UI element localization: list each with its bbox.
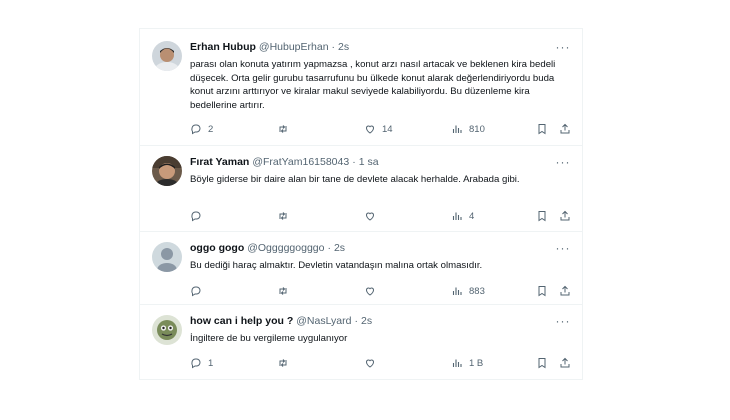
bookmark-button[interactable] — [536, 122, 548, 136]
separator-dot: · — [331, 41, 336, 53]
bookmark-icon — [538, 124, 546, 135]
retweet-icon — [279, 287, 287, 295]
retweet-button[interactable] — [277, 209, 289, 223]
author-name[interactable]: oggo gogo — [190, 242, 244, 254]
heart-icon — [365, 359, 375, 368]
reply-icon — [191, 286, 201, 297]
retweet-icon — [279, 125, 287, 133]
tweet[interactable]: Erhan Hubup @HubupErhan · 2s ··· parası … — [140, 29, 582, 146]
retweet-button[interactable] — [277, 356, 289, 370]
like-button[interactable] — [364, 209, 382, 223]
timestamp[interactable]: 2s — [334, 242, 345, 254]
bookmark-button[interactable] — [536, 209, 548, 223]
views-button[interactable]: 810 — [451, 122, 485, 136]
replies-feed: Erhan Hubup @HubupErhan · 2s ··· parası … — [139, 28, 583, 380]
avatar[interactable] — [152, 156, 182, 186]
reply-button[interactable]: 2 — [190, 122, 213, 136]
separator-dot: · — [354, 315, 358, 327]
like-button[interactable] — [364, 284, 382, 298]
separator-dot: · — [327, 242, 331, 254]
timestamp[interactable]: 2s — [338, 41, 349, 53]
share-icon — [560, 357, 570, 368]
bookmark-button[interactable] — [536, 356, 548, 370]
author-handle[interactable]: @Ogggggogggo — [247, 242, 324, 254]
views-count: 883 — [469, 285, 485, 297]
tweet-text: İngiltere de bu vergileme uygulanıyor — [190, 333, 348, 344]
share-button[interactable] — [559, 356, 571, 370]
avatar[interactable] — [152, 242, 182, 272]
share-button[interactable] — [559, 209, 571, 223]
more-icon[interactable]: ··· — [556, 314, 570, 328]
share-icon — [560, 285, 570, 296]
reply-count: 1 — [208, 357, 214, 369]
retweet-button[interactable] — [277, 284, 289, 298]
reply-icon — [191, 124, 201, 135]
share-icon — [560, 123, 570, 134]
tweet-actions: 883 — [190, 284, 570, 298]
heart-icon — [365, 125, 375, 134]
author-name[interactable]: Erhan Hubup — [190, 41, 256, 53]
share-button[interactable] — [559, 284, 571, 298]
more-icon[interactable]: ··· — [556, 40, 570, 54]
like-button[interactable]: 14 — [364, 122, 393, 136]
views-icon — [452, 359, 462, 367]
tweet-actions: 4 — [190, 209, 570, 223]
bookmark-icon — [538, 211, 546, 222]
bookmark-icon — [538, 286, 546, 297]
tweet[interactable]: Fırat Yaman @FratYam16158043 · 1 sa ··· … — [140, 146, 582, 232]
views-button[interactable]: 883 — [451, 284, 485, 298]
reply-button[interactable] — [190, 284, 208, 298]
heart-icon — [365, 287, 375, 296]
separator-dot: · — [352, 156, 356, 168]
tweet-actions: 1 1 B — [190, 356, 570, 370]
more-icon[interactable]: ··· — [556, 241, 570, 255]
tweet-text: Böyle giderse bir daire alan bir tane de… — [190, 174, 520, 185]
avatar[interactable] — [152, 315, 182, 345]
views-button[interactable]: 1 B — [451, 356, 483, 370]
tweet-text: Bu dediği haraç almaktır. Devletin vatan… — [190, 260, 483, 271]
like-count: 14 — [382, 123, 393, 135]
bookmark-button[interactable] — [536, 284, 548, 298]
author-name[interactable]: Fırat Yaman — [190, 156, 249, 168]
heart-icon — [365, 212, 375, 221]
views-button[interactable]: 4 — [451, 209, 474, 223]
author-handle[interactable]: @NasLyard — [296, 315, 351, 327]
tweet[interactable]: oggo gogo @Ogggggogggo · 2s ··· Bu dediğ… — [140, 232, 582, 305]
reply-button[interactable] — [190, 209, 208, 223]
share-button[interactable] — [559, 122, 571, 136]
retweet-icon — [279, 359, 287, 367]
views-count: 4 — [469, 210, 475, 222]
views-icon — [452, 212, 462, 220]
views-count: 1 B — [469, 357, 484, 369]
timestamp[interactable]: 1 sa — [359, 156, 379, 168]
views-icon — [452, 287, 462, 295]
author-handle[interactable]: @HubupErhan — [259, 41, 329, 53]
reply-icon — [191, 358, 201, 369]
reply-icon — [191, 211, 201, 222]
author-name[interactable]: how can i help you ? — [190, 315, 293, 327]
tweet-actions: 2 14 810 — [190, 122, 570, 136]
more-icon[interactable]: ··· — [556, 155, 570, 169]
timestamp[interactable]: 2s — [361, 315, 372, 327]
retweet-icon — [279, 212, 287, 220]
avatar[interactable] — [152, 41, 182, 71]
retweet-button[interactable] — [277, 122, 289, 136]
tweet[interactable]: how can i help you ? @NasLyard · 2s ··· … — [140, 305, 582, 381]
like-button[interactable] — [364, 356, 382, 370]
author-handle[interactable]: @FratYam16158043 — [252, 156, 349, 168]
reply-count: 2 — [208, 123, 214, 135]
views-count: 810 — [469, 123, 485, 135]
views-icon — [452, 125, 462, 133]
share-icon — [560, 210, 570, 221]
tweet-text: parası olan konuta yatırım yapmazsa , ko… — [190, 59, 556, 111]
bookmark-icon — [538, 358, 546, 369]
reply-button[interactable]: 1 — [190, 356, 213, 370]
